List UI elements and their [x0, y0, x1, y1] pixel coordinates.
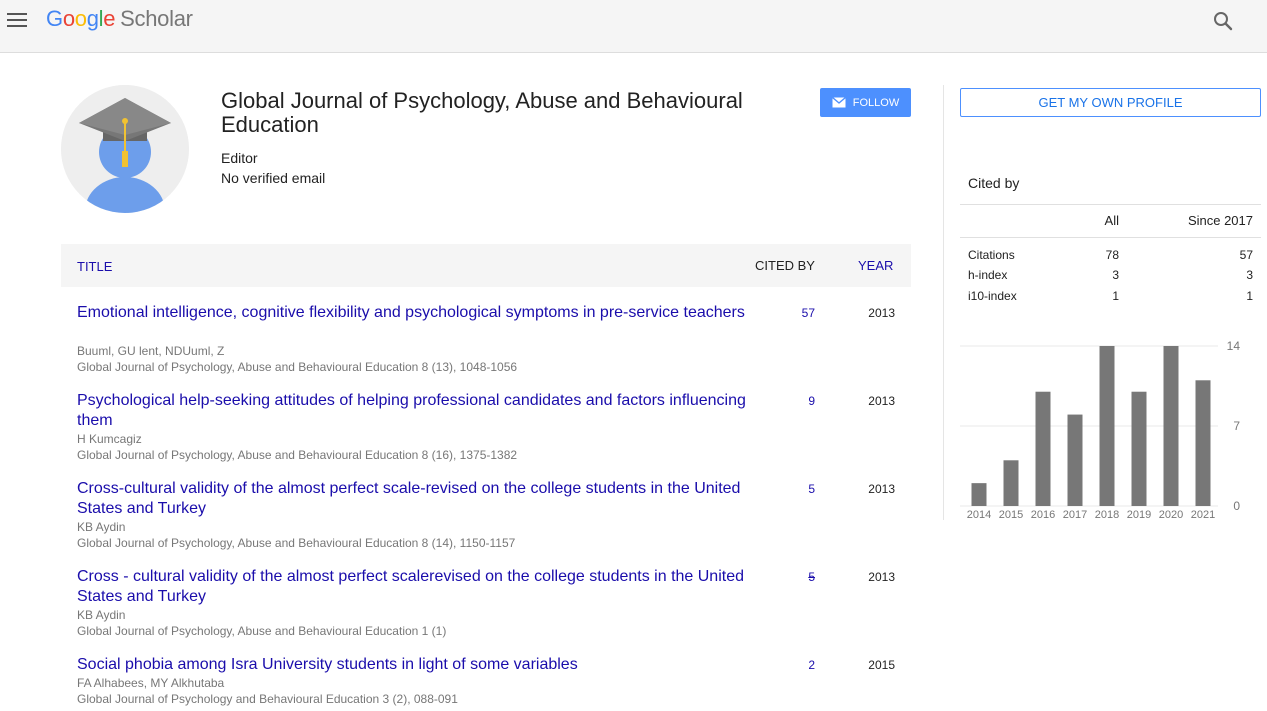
- google-scholar-logo[interactable]: Google Scholar: [46, 6, 193, 32]
- article-year: 2013: [868, 482, 895, 496]
- sort-by-cited[interactable]: CITED BY: [755, 258, 815, 273]
- stat-label-h-index: h-index: [968, 268, 1008, 282]
- x-tick-label: 2018: [1095, 509, 1119, 521]
- article-venue: Global Journal of Psychology, Abuse and …: [77, 536, 516, 550]
- y-tick-label: 14: [1227, 339, 1241, 353]
- article-authors: KB Aydin: [77, 608, 126, 622]
- cited-by-count[interactable]: 5: [761, 482, 815, 496]
- x-tick-label: 2017: [1063, 509, 1087, 521]
- envelope-icon: [831, 97, 846, 108]
- x-tick-label: 2015: [999, 509, 1023, 521]
- citation-bar-2018[interactable]: [1099, 346, 1115, 506]
- article-venue: Global Journal of Psychology and Behavio…: [77, 692, 458, 706]
- y-tick-label: 7: [1233, 419, 1240, 433]
- avatar: [61, 85, 189, 213]
- article-authors: FA Alhabees, MY Alkhutaba: [77, 676, 225, 690]
- citations-per-year-chart: 0 7 14 2014 2015 2016 2017 2018 2019 2020 2021: [960, 339, 1241, 521]
- article-year: 2013: [868, 394, 895, 408]
- graduation-cap-avatar-icon: [61, 85, 189, 213]
- table-row: Emotional intelligence, cognitive flexib…: [61, 303, 911, 375]
- sort-by-title[interactable]: TITLE: [77, 259, 112, 274]
- stat-h-index-all: 3: [1112, 268, 1119, 282]
- article-title-link[interactable]: Cross-cultural validity of the almost pe…: [77, 479, 747, 519]
- table-row: Cross - cultural validity of the almost …: [61, 567, 911, 639]
- table-row: Psychological help-seeking attitudes of …: [61, 391, 911, 463]
- divider: [960, 204, 1261, 205]
- citation-bar-2016[interactable]: [1035, 391, 1051, 506]
- menu-icon[interactable]: [7, 11, 29, 29]
- article-year: 2015: [868, 658, 895, 672]
- x-tick-label: 2014: [967, 509, 991, 521]
- x-tick-label: 2020: [1159, 509, 1183, 521]
- cited-by-title: Cited by: [968, 175, 1020, 191]
- citation-bar-2021[interactable]: [1195, 380, 1211, 506]
- search-icon[interactable]: [1212, 10, 1234, 32]
- x-tick-label: 2016: [1031, 509, 1055, 521]
- article-venue: Global Journal of Psychology, Abuse and …: [77, 360, 518, 374]
- sort-by-year[interactable]: YEAR: [858, 258, 893, 273]
- article-venue: Global Journal of Psychology, Abuse and …: [77, 624, 447, 638]
- article-title-link[interactable]: Psychological help-seeking attitudes of …: [77, 391, 747, 431]
- profile-name: Global Journal of Psychology, Abuse and …: [221, 88, 743, 137]
- article-year: 2013: [868, 570, 895, 584]
- stat-i10-index-all: 1: [1112, 289, 1119, 303]
- article-year: 2013: [868, 306, 895, 320]
- x-tick-label: 2019: [1127, 509, 1151, 521]
- citation-bar-2015[interactable]: [1003, 460, 1019, 506]
- stat-h-index-since: 3: [1246, 268, 1253, 282]
- article-authors: H Kumcagiz: [77, 432, 142, 446]
- article-authors: KB Aydin: [77, 520, 126, 534]
- article-title-link[interactable]: Cross - cultural validity of the almost …: [77, 567, 747, 607]
- x-tick-label: 2021: [1191, 509, 1215, 521]
- cited-by-count[interactable]: 5: [761, 570, 815, 584]
- article-venue: Global Journal of Psychology, Abuse and …: [77, 448, 518, 462]
- cited-by-count[interactable]: 9: [761, 394, 815, 408]
- cited-by-count[interactable]: 2: [761, 658, 815, 672]
- citation-bar-2017[interactable]: [1067, 414, 1083, 506]
- top-bar: Google Scholar: [0, 0, 1267, 53]
- stat-citations-since: 57: [1239, 248, 1253, 262]
- stat-label-i10-index: i10-index: [968, 289, 1017, 303]
- follow-label: FOLLOW: [852, 96, 900, 109]
- citation-bar-2014[interactable]: [971, 483, 987, 506]
- follow-button[interactable]: FOLLOW: [820, 88, 911, 117]
- articles-table-header: TITLE CITED BY YEAR: [61, 244, 911, 287]
- citation-bar-2020[interactable]: [1163, 346, 1179, 506]
- citation-bar-2019[interactable]: [1131, 391, 1147, 506]
- profile-email: No verified email: [221, 170, 326, 186]
- table-row: Cross-cultural validity of the almost pe…: [61, 479, 911, 551]
- stat-label-citations: Citations: [968, 248, 1015, 262]
- table-row: Social phobia among Isra University stud…: [61, 655, 911, 707]
- stat-citations-all: 78: [1105, 248, 1119, 262]
- get-my-own-profile-button[interactable]: GET MY OWN PROFILE: [960, 88, 1261, 117]
- stat-i10-index-since: 1: [1246, 289, 1253, 303]
- article-authors: Buuml, GU lent, NDUuml, Z: [77, 344, 225, 358]
- profile-role: Editor: [221, 150, 258, 166]
- col-since-header: Since 2017: [1187, 213, 1253, 228]
- y-tick-label: 0: [1233, 499, 1240, 513]
- divider: [960, 237, 1261, 238]
- column-divider: [943, 85, 944, 520]
- article-title-link[interactable]: Emotional intelligence, cognitive flexib…: [77, 303, 747, 323]
- col-all-header: All: [1104, 213, 1119, 228]
- article-title-link[interactable]: Social phobia among Isra University stud…: [77, 655, 747, 675]
- cited-by-count[interactable]: 57: [761, 306, 815, 320]
